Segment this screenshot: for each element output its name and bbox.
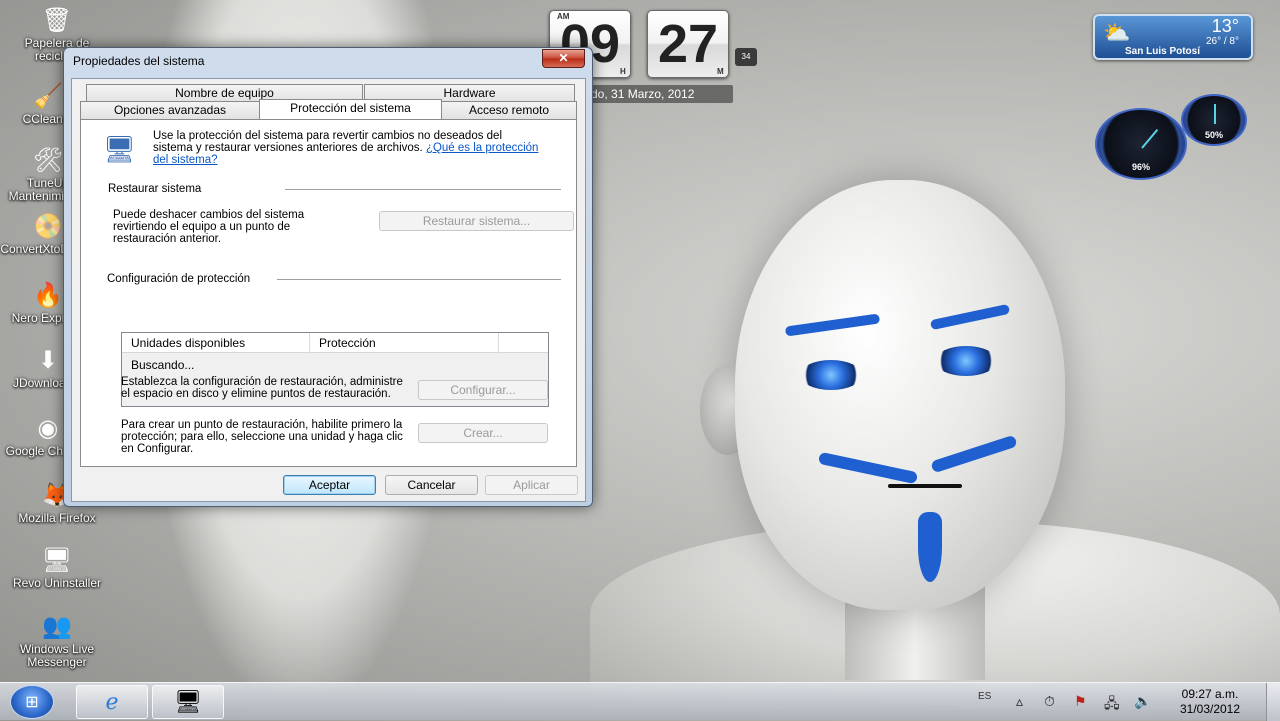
revo-uninstaller-icon: 🖥 <box>41 547 73 574</box>
desktop-icon-label: Mozilla Firefox <box>18 511 96 525</box>
memory-meter-needle <box>1214 104 1216 124</box>
convertx-icon: 📀 <box>33 213 63 240</box>
close-button[interactable]: ✕ <box>542 49 585 68</box>
timer-icon[interactable]: ⏱ <box>1044 693 1055 710</box>
dialog-title: Propiedades del sistema <box>73 54 205 68</box>
network-icon[interactable]: 🖧 <box>1104 693 1120 717</box>
memory-meter-value: 50% <box>1204 130 1223 140</box>
cpu-meter-needle <box>1141 128 1159 149</box>
system-properties-icon: 🖥 <box>174 689 202 714</box>
clock-m-label: M <box>717 67 724 76</box>
recycle-bin-icon: 🗑 <box>41 7 73 34</box>
weather-city: San Luis Potosí <box>1125 46 1201 57</box>
clock-date: do, 31 Marzo, 2012 <box>583 85 733 103</box>
clock-seconds: 34 <box>735 48 757 66</box>
taskbar: ⊞ ℯ 🖥 ES ▵ ⏱ ⚑ 🖧 🔈 09:27 a.m. 31/03/2012 <box>0 682 1280 721</box>
system-properties-dialog[interactable]: Propiedades del sistema ✕ Nombre de equi… <box>63 47 593 507</box>
desktop-icon-revo[interactable]: 🖥 Revo Uninstaller <box>2 546 112 590</box>
intro-text: Use la protección del sistema para rever… <box>153 130 543 166</box>
close-icon: ✕ <box>558 51 569 65</box>
volume-icon[interactable]: 🔈 <box>1134 693 1151 710</box>
nero-icon: 🔥 <box>33 282 63 309</box>
tuneup-icon: 🛠 <box>32 147 64 174</box>
language-indicator[interactable]: ES <box>978 691 991 702</box>
partly-cloudy-icon: ⛅ <box>1103 20 1131 45</box>
restore-divider <box>285 189 561 190</box>
system-protection-panel: 🖥 Use la protección del sistema para rev… <box>80 119 577 467</box>
chrome-icon: ◉ <box>37 415 59 442</box>
column-available-drives[interactable]: Unidades disponibles <box>122 333 310 353</box>
taskbar-system-properties[interactable]: 🖥 <box>152 685 224 719</box>
list-item: Buscando... <box>131 358 195 372</box>
taskbar-time: 09:27 a.m. <box>1181 687 1239 701</box>
tab-advanced[interactable]: Opciones avanzadas <box>80 101 260 119</box>
wallpaper-eye-right <box>935 346 997 376</box>
jdownloader-icon: ⬇ <box>37 347 59 374</box>
configure-button[interactable]: Configurar... <box>418 380 548 400</box>
configure-description: Establezca la configuración de restaurac… <box>121 376 403 400</box>
windows-start-icon: ⊞ <box>25 694 39 711</box>
restore-group-title: Restaurar sistema <box>108 183 202 195</box>
action-center-icon[interactable]: ⚑ <box>1074 693 1087 710</box>
dialog-client: Nombre de equipo Hardware Opciones avanz… <box>71 78 586 502</box>
cancel-button[interactable]: Cancelar <box>385 475 478 495</box>
internet-explorer-icon: ℯ <box>105 689 119 714</box>
ok-button[interactable]: Aceptar <box>283 475 376 495</box>
weather-gadget[interactable]: ⛅ 13° 26° / 8° San Luis Potosí <box>1093 14 1253 60</box>
memory-meter[interactable]: 50% <box>1181 94 1247 146</box>
wallpaper-mask-head <box>735 180 1065 610</box>
taskbar-clock[interactable]: 09:27 a.m. 31/03/2012 <box>1170 687 1250 717</box>
desktop-icon-label: Revo Uninstaller <box>12 576 102 590</box>
column-protection[interactable]: Protección <box>310 333 499 353</box>
desktop-icon-label: Windows Live Messenger <box>19 642 95 669</box>
taskbar-date: 31/03/2012 <box>1179 702 1241 716</box>
show-hidden-icons-icon[interactable]: ▵ <box>1016 693 1023 710</box>
wallpaper-goatee <box>918 512 942 582</box>
start-button[interactable]: ⊞ <box>10 685 54 719</box>
weather-range: 26° / 8° <box>1205 36 1239 47</box>
system-protection-icon: 🖥 <box>103 134 137 164</box>
create-button[interactable]: Crear... <box>418 423 548 443</box>
taskbar-internet-explorer[interactable]: ℯ <box>76 685 148 719</box>
clock-h-label: H <box>620 67 626 76</box>
wallpaper-mouth <box>888 484 962 488</box>
show-desktop-button[interactable] <box>1266 683 1280 721</box>
apply-button[interactable]: Aplicar <box>485 475 578 495</box>
weather-temperature: 13° <box>1211 16 1239 36</box>
create-description: Para crear un punto de restauración, hab… <box>121 419 403 455</box>
wallpaper-eye-left <box>800 360 862 390</box>
cpu-meter-value: 96% <box>1131 162 1150 172</box>
tab-system-protection[interactable]: Protección del sistema <box>259 99 442 119</box>
drives-list-header: Unidades disponibles Protección <box>122 333 548 353</box>
desktop-icon-messenger[interactable]: 👥 Windows Live Messenger <box>2 612 112 669</box>
protection-group-title: Configuración de protección <box>107 273 251 285</box>
clock-am-label: AM <box>557 12 570 21</box>
protection-divider <box>277 279 561 280</box>
tab-remote-access[interactable]: Acceso remoto <box>441 101 577 119</box>
ccleaner-icon: 🧹 <box>33 83 63 110</box>
clock-minute-value: 27 <box>657 14 719 74</box>
restore-system-button[interactable]: Restaurar sistema... <box>379 211 574 231</box>
messenger-icon: 👥 <box>42 613 72 640</box>
cpu-meter[interactable]: 96% <box>1095 108 1187 180</box>
restore-description: Puede deshacer cambios del sistema revir… <box>113 209 305 245</box>
